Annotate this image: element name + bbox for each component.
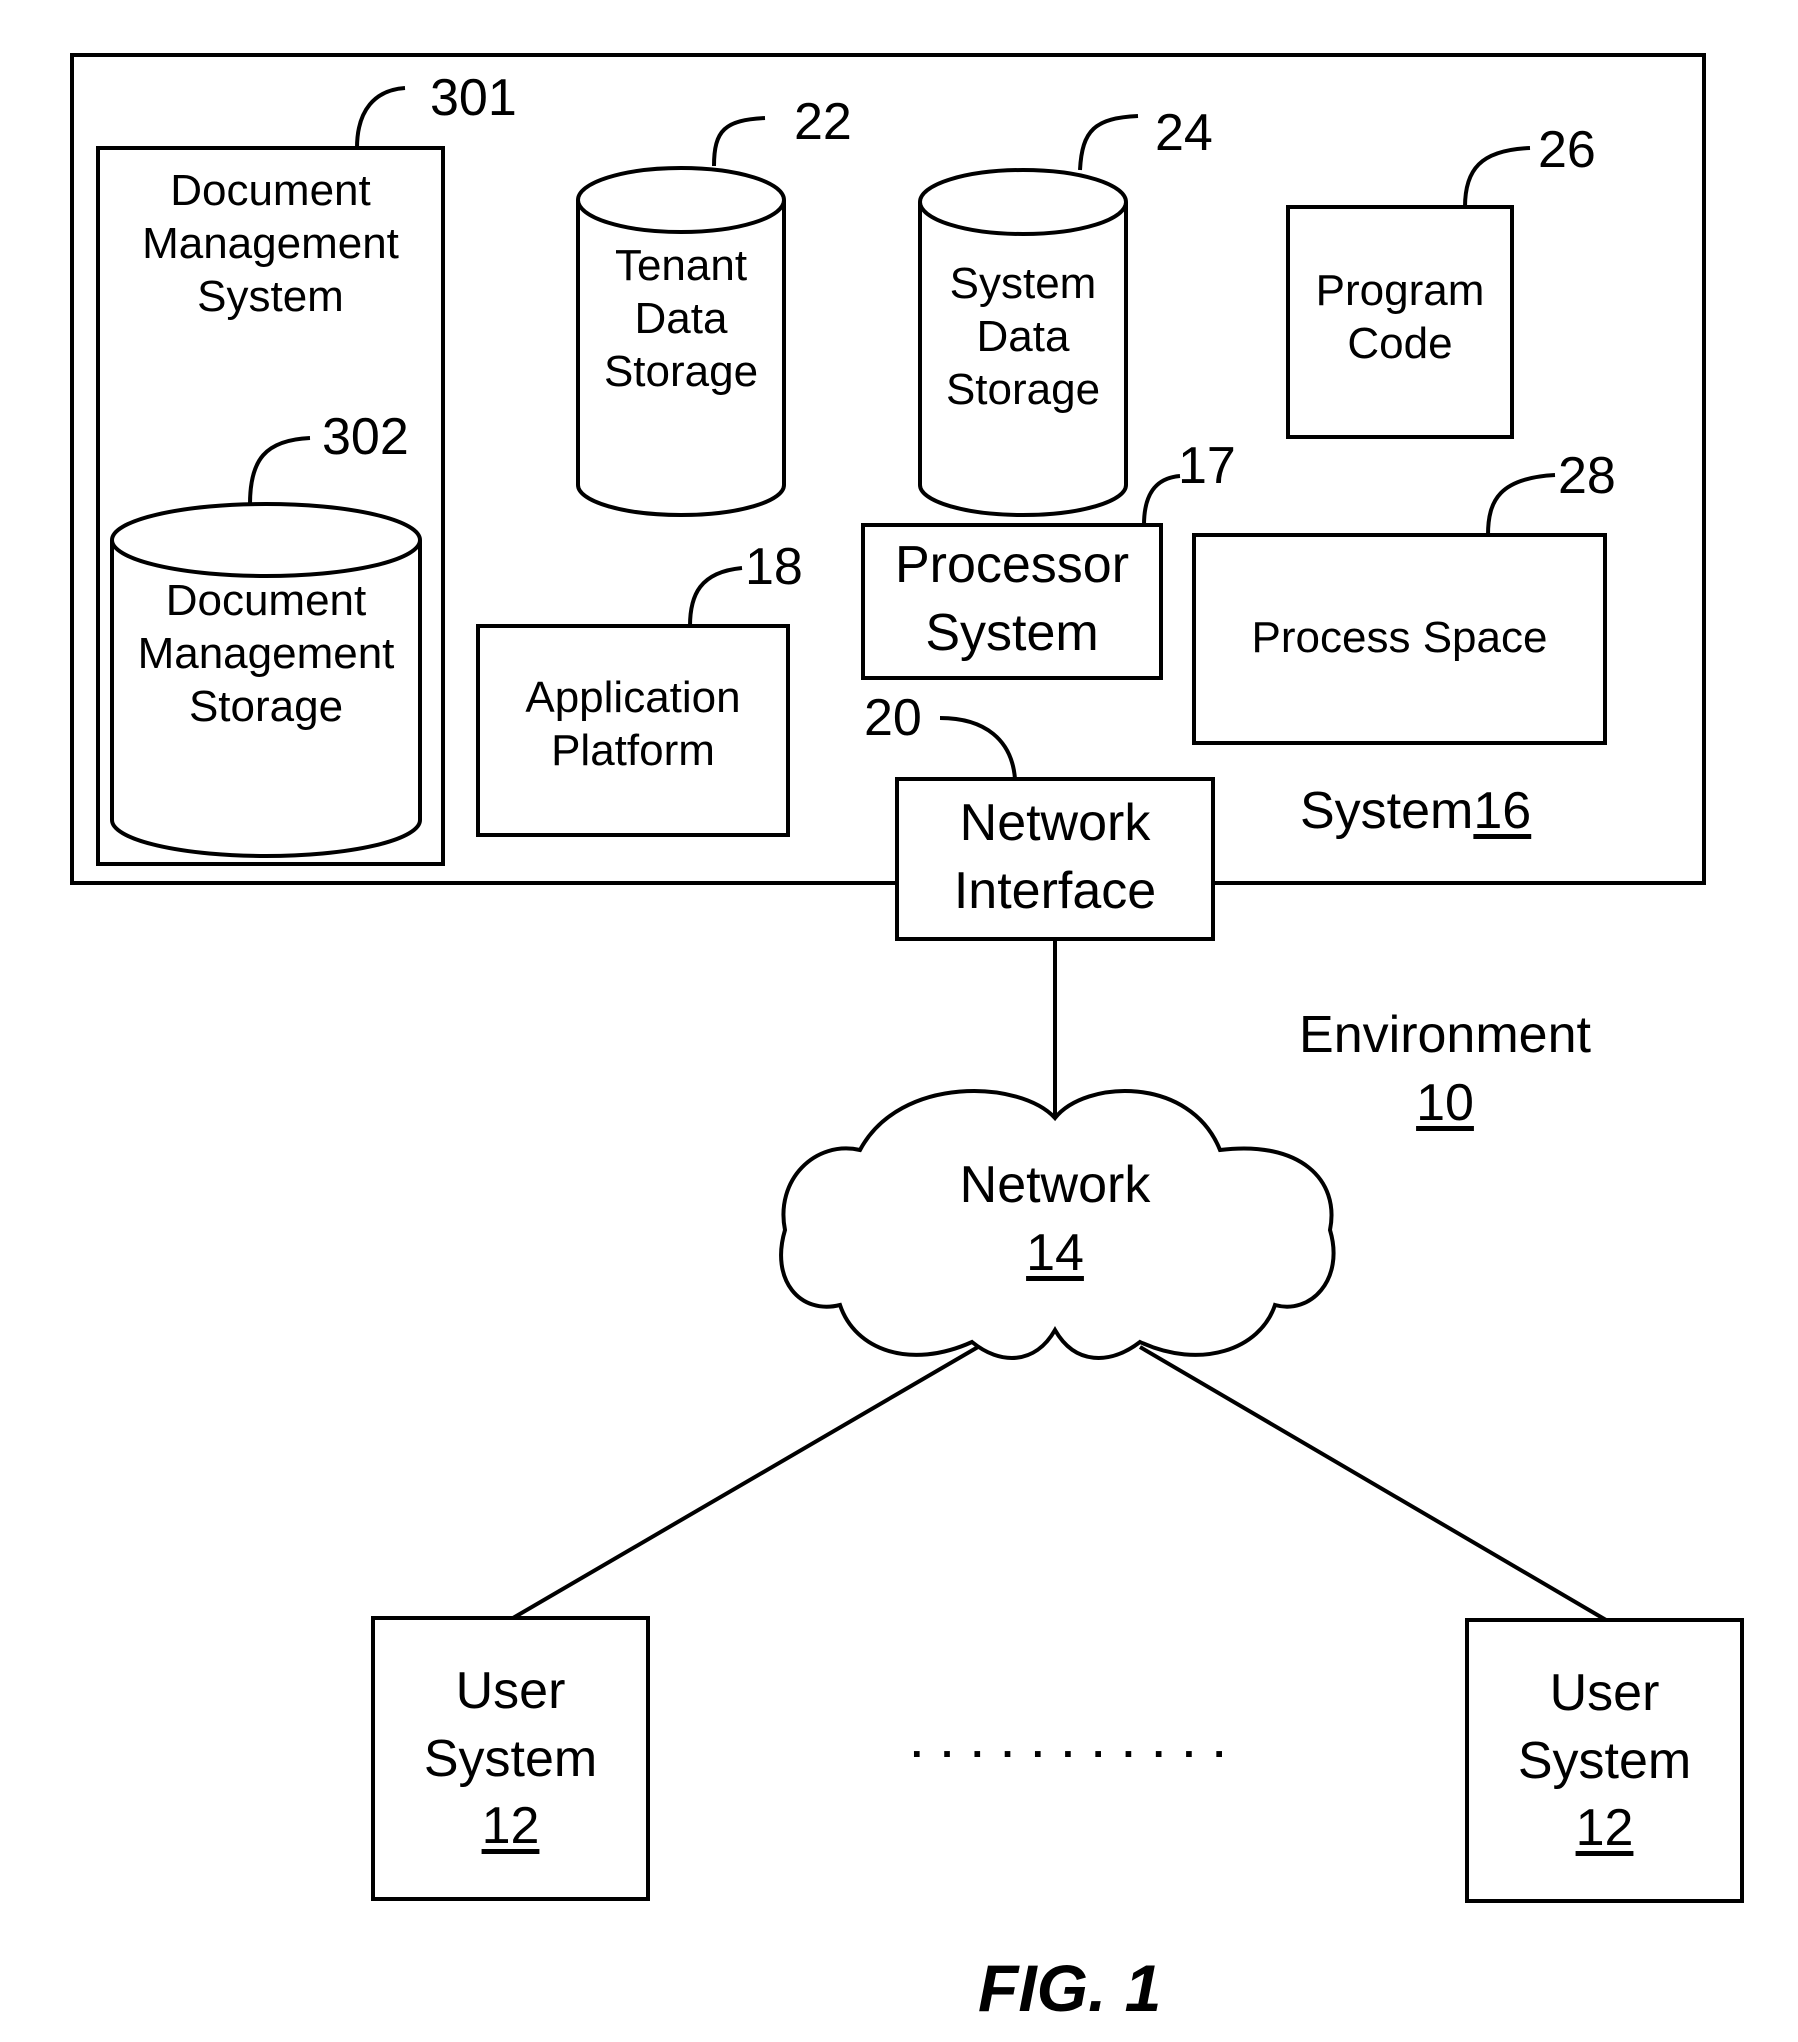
ref-20: 20 — [864, 689, 922, 747]
system-ref: 16 — [1473, 782, 1532, 840]
ref-26: 26 — [1538, 121, 1596, 179]
environment-label: Environment 10 — [1299, 1006, 1591, 1132]
network-ref: 14 — [1026, 1223, 1084, 1282]
system-label: System16 — [1300, 782, 1532, 840]
application-platform-label: Application Platform — [525, 673, 741, 775]
tenant-data-storage-label: Tenant Data Storage — [603, 241, 759, 396]
network-interface-label: Network Interface — [953, 794, 1157, 920]
ref-24: 24 — [1155, 104, 1213, 162]
document-management-system-label: Document Management System — [142, 166, 399, 321]
user-system-left-ref: 12 — [481, 1797, 540, 1856]
link-network-user-left — [511, 1345, 980, 1620]
environment-ref: 10 — [1416, 1073, 1474, 1132]
process-space-label: Process Space — [1251, 613, 1548, 662]
ref-17: 17 — [1178, 437, 1236, 495]
processor-system-label: Processor System — [894, 536, 1130, 662]
ellipsis: . . . . . . . . . . . — [911, 1722, 1229, 1766]
ref-301: 301 — [430, 69, 517, 127]
network-label: Network 14 — [959, 1156, 1151, 1282]
ref-302: 302 — [322, 408, 409, 466]
link-network-user-right — [1138, 1345, 1608, 1622]
program-code-label: Program Code — [1315, 266, 1485, 368]
user-system-right-label: User System 12 — [1517, 1664, 1692, 1858]
ref-28: 28 — [1558, 447, 1616, 505]
ref-18: 18 — [745, 538, 803, 596]
user-system-right-ref: 12 — [1575, 1799, 1634, 1858]
user-system-left-label: User System 12 — [423, 1662, 598, 1856]
ref-22: 22 — [794, 93, 852, 151]
figure-label: FIG. 1 — [978, 1951, 1162, 2025]
system-data-storage-label: System Data Storage — [945, 259, 1101, 414]
document-management-storage-label: Document Management Storage — [137, 576, 395, 731]
